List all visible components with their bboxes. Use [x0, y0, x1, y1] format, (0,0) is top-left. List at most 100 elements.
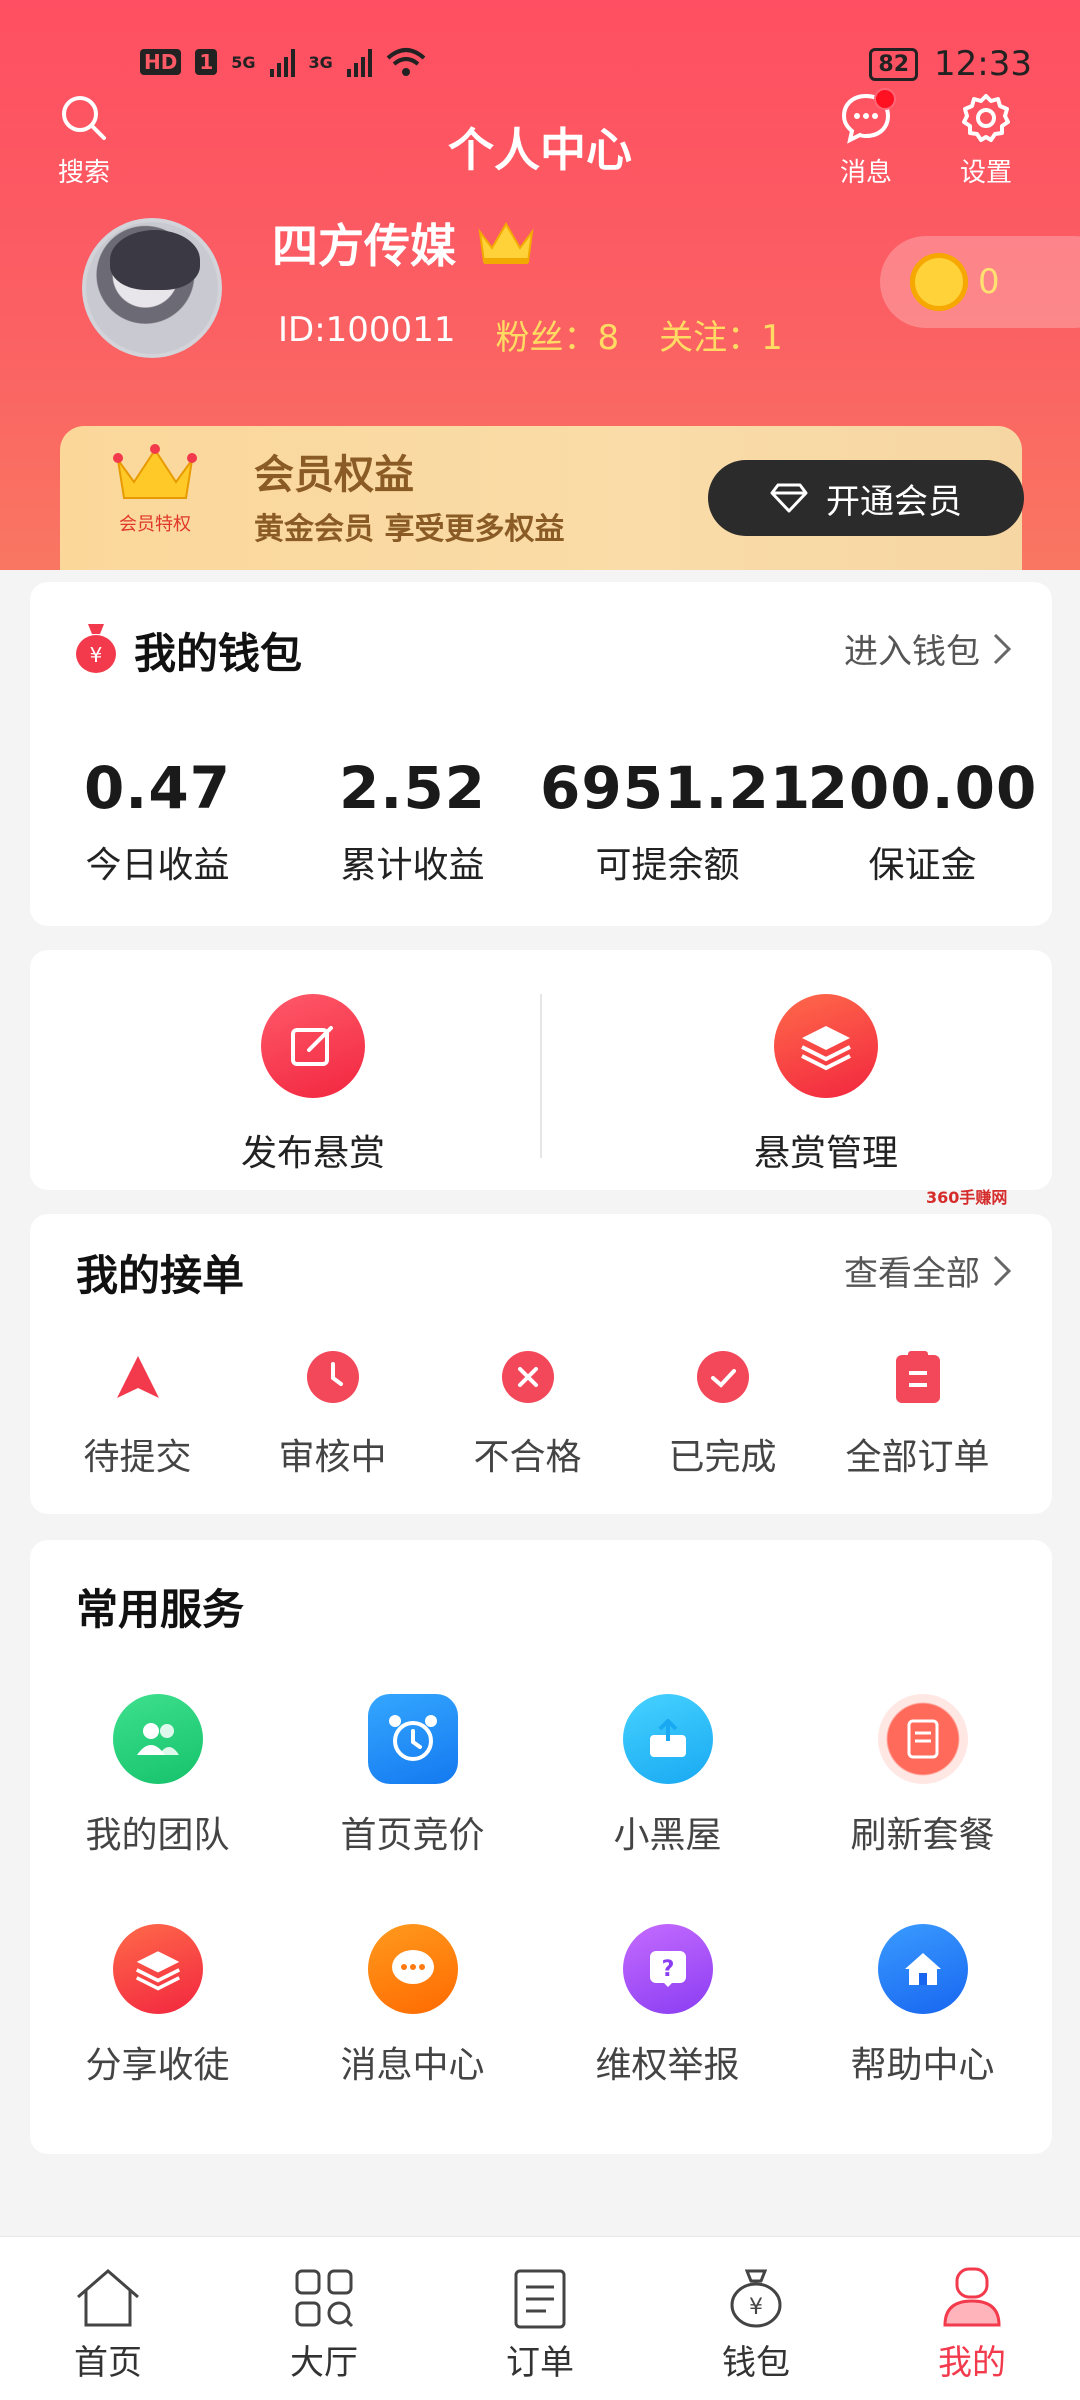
open-membership-button[interactable]: 开通会员	[708, 460, 1024, 536]
service-label: 维权举报	[595, 2045, 740, 2086]
fans-count[interactable]: 粉丝：8	[495, 310, 619, 359]
clipboard-icon	[891, 1350, 945, 1404]
user-id: ID:100011	[278, 310, 456, 350]
tab-label: 首页	[74, 2343, 142, 2383]
service-refresh-package[interactable]: 刷新套餐	[795, 1694, 1050, 1858]
order-status-label: 已完成	[668, 1437, 777, 1478]
services-card: 常用服务 我的团队 首页竞价 小黑屋 刷新套餐 分享收徒 消息中心 ? 维权举报	[30, 1540, 1052, 2154]
home-icon	[77, 2269, 139, 2327]
tab-label: 订单	[506, 2343, 574, 2383]
close-circle-icon	[501, 1350, 555, 1404]
document-icon	[514, 2269, 566, 2329]
top-navigation: 搜索 个人中心 消息 设置	[0, 88, 1080, 202]
home-icon	[877, 1924, 968, 2014]
open-membership-label: 开通会员	[826, 481, 962, 522]
wallet-value: 200.00	[807, 754, 1038, 822]
wallet-deposit[interactable]: 200.00 保证金	[795, 754, 1050, 888]
svg-text:¥: ¥	[90, 643, 103, 667]
signal-5g-label: 5G	[231, 52, 256, 72]
clock-icon	[306, 1350, 360, 1404]
tab-label: 大厅	[290, 2343, 358, 2383]
tab-home[interactable]: 首页	[0, 2237, 216, 2400]
battery-indicator: 82	[869, 47, 919, 81]
tab-label: 钱包	[722, 2343, 790, 2383]
layers-icon	[774, 994, 878, 1098]
check-circle-icon	[696, 1350, 750, 1404]
order-status-label: 待提交	[83, 1437, 192, 1478]
edit-icon	[261, 994, 365, 1098]
alarm-clock-icon	[367, 1694, 458, 1784]
clock: 12:33	[934, 44, 1032, 84]
service-label: 我的团队	[85, 1815, 230, 1856]
divider	[540, 994, 542, 1158]
service-label: 首页竞价	[340, 1815, 485, 1856]
service-label: 分享收徒	[85, 2045, 230, 2086]
wallet-total-earnings[interactable]: 2.52 累计收益	[285, 754, 540, 888]
order-pending-submit[interactable]: 待提交	[40, 1350, 235, 1480]
manage-reward-button[interactable]: 悬赏管理	[676, 994, 976, 1176]
wallet-withdrawable[interactable]: 6951.21 可提余额	[540, 754, 810, 888]
coin-value: 0	[978, 262, 1000, 302]
status-bar: HD 1 5G 3G 82 12:33	[0, 40, 1080, 90]
gear-icon	[962, 94, 1010, 142]
settings-button[interactable]: 设置	[960, 92, 1012, 189]
service-label: 小黑屋	[613, 1815, 722, 1856]
service-my-team[interactable]: 我的团队	[30, 1694, 285, 1858]
wallet-stats: 0.47 今日收益 2.52 累计收益 6951.21 可提余额 200.00 保证金	[30, 754, 1052, 888]
wallet-label: 今日收益	[85, 845, 230, 886]
upload-icon	[622, 1694, 713, 1784]
service-share-recruit[interactable]: 分享收徒	[30, 1924, 285, 2088]
message-button[interactable]: 消息	[840, 88, 896, 189]
service-help-center[interactable]: 帮助中心	[795, 1924, 1050, 2088]
wallet-label: 可提余额	[595, 845, 740, 886]
wallet-card: ¥ 我的钱包 进入钱包 0.47 今日收益 2.52 累计收益 6951.21 可提余…	[30, 582, 1052, 926]
services-title: 常用服务	[76, 1585, 245, 1634]
user-icon	[943, 2267, 1001, 2327]
wallet-value: 2.52	[338, 754, 487, 822]
order-failed[interactable]: 不合格	[430, 1350, 625, 1480]
member-banner[interactable]: 会员特权 会员权益 黄金会员 享受更多权益 开通会员	[60, 426, 1024, 570]
tab-label: 我的	[938, 2343, 1006, 2383]
service-complaint-report[interactable]: ? 维权举报	[540, 1924, 795, 2088]
avatar[interactable]	[82, 218, 222, 358]
manage-reward-label: 悬赏管理	[753, 1133, 898, 1174]
signal-icon	[269, 47, 295, 77]
bottom-tab-bar: 首页 大厅 订单 ¥ 钱包 我的	[0, 2236, 1080, 2400]
service-label: 刷新套餐	[850, 1815, 995, 1856]
coin-icon	[910, 253, 968, 311]
service-message-center[interactable]: 消息中心	[285, 1924, 540, 2088]
service-label: 消息中心	[340, 2045, 485, 2086]
member-badge: 会员特权	[110, 444, 200, 536]
hd-indicator: HD	[140, 49, 182, 75]
crown-icon	[478, 222, 534, 264]
order-completed[interactable]: 已完成	[625, 1350, 820, 1480]
wallet-today-earnings[interactable]: 0.47 今日收益	[30, 754, 285, 888]
order-all[interactable]: 全部订单	[820, 1350, 1015, 1480]
following-count[interactable]: 关注：1	[659, 310, 783, 359]
signal-icon	[346, 47, 372, 77]
publish-reward-label: 发布悬赏	[240, 1133, 385, 1174]
chevron-right-icon	[993, 1255, 1012, 1286]
send-icon	[111, 1350, 165, 1404]
tab-wallet[interactable]: ¥ 钱包	[648, 2237, 864, 2400]
tab-hall[interactable]: 大厅	[216, 2237, 432, 2400]
order-under-review[interactable]: 审核中	[235, 1350, 430, 1480]
my-orders-card: 我的接单 查看全部 待提交 审核中 不合格 已完成 全部订单	[30, 1214, 1052, 1514]
publish-reward-button[interactable]: 发布悬赏	[163, 994, 463, 1176]
tab-mine[interactable]: 我的	[864, 2237, 1080, 2400]
coin-balance[interactable]: 0	[880, 236, 1080, 328]
settings-label: 设置	[960, 158, 1013, 188]
tab-orders[interactable]: 订单	[432, 2237, 648, 2400]
view-all-orders-link[interactable]: 查看全部	[844, 1246, 1012, 1295]
svg-text:?: ?	[661, 1957, 674, 1982]
service-blacklist[interactable]: 小黑屋	[540, 1694, 795, 1858]
enter-wallet-link[interactable]: 进入钱包	[844, 624, 1012, 673]
chat-bubble-icon	[367, 1924, 458, 2014]
member-badge-label: 会员特权	[119, 514, 191, 535]
page-title: 个人中心	[448, 123, 632, 177]
service-homepage-bidding[interactable]: 首页竞价	[285, 1694, 540, 1858]
message-label: 消息	[840, 158, 893, 188]
watermark-logo: 360手赚网	[926, 1188, 1008, 1207]
wallet-title: 我的钱包	[134, 629, 303, 678]
wallet-label: 累计收益	[340, 845, 485, 886]
